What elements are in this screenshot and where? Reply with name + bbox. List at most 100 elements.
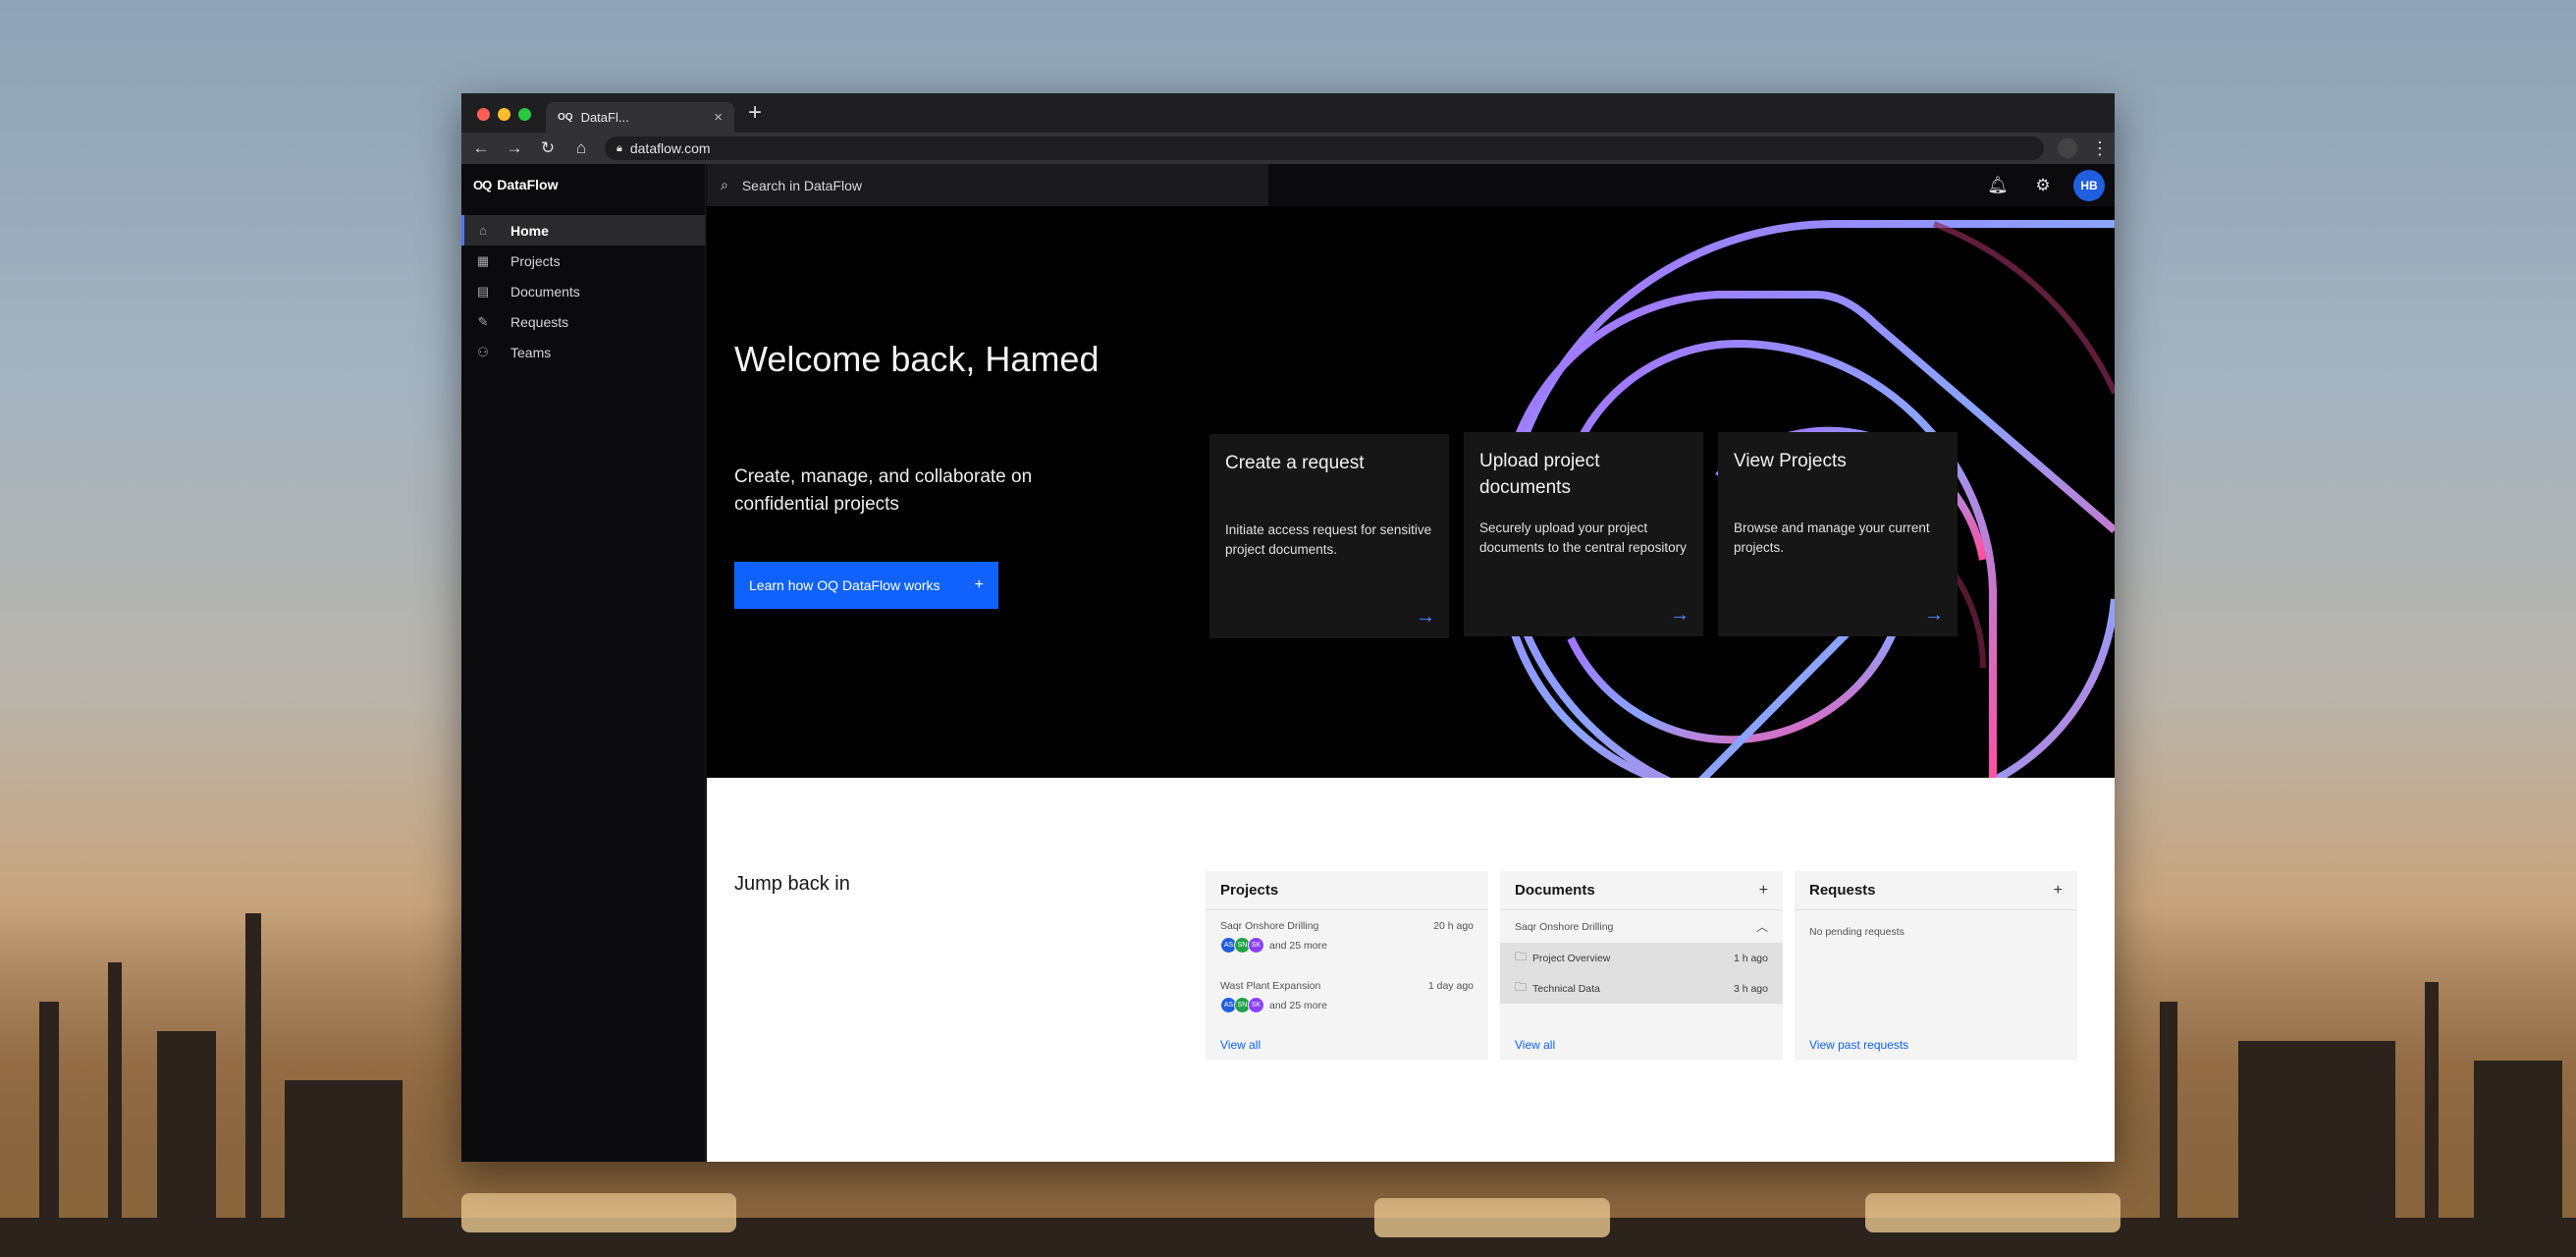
view-all-projects-link[interactable]: View all bbox=[1220, 1038, 1261, 1052]
list-item[interactable]: Saqr Onshore Drilling 20 h ago AS SN SK … bbox=[1206, 910, 1488, 970]
sidebar-item-teams[interactable]: ⚇ Teams bbox=[461, 337, 705, 367]
sidebar-item-home[interactable]: ⌂ Home bbox=[461, 215, 705, 246]
view-past-requests-link[interactable]: View past requests bbox=[1809, 1038, 1908, 1052]
sidebar-item-documents[interactable]: ▤ Documents bbox=[461, 276, 705, 306]
project-time: 20 h ago bbox=[1433, 920, 1474, 932]
sidebar-item-label: Projects bbox=[510, 252, 561, 269]
sidebar: OQ DataFlow ⌂ Home ▦ Projects ▤ Document… bbox=[461, 164, 706, 1162]
document-row[interactable]: 🗀 Technical Data 3 h ago bbox=[1500, 973, 1783, 1004]
search-placeholder: Search in DataFlow bbox=[741, 177, 863, 193]
maximize-window-button[interactable] bbox=[518, 108, 531, 121]
close-tab-icon[interactable]: × bbox=[714, 109, 723, 126]
tab-strip: OQ DataFl... × + bbox=[461, 93, 2115, 133]
document-name: Project Overview bbox=[1532, 952, 1611, 964]
more-members: and 25 more bbox=[1269, 999, 1327, 1011]
notification-bell-icon[interactable]: 🔔︎ bbox=[1987, 175, 2009, 196]
browser-tab[interactable]: OQ DataFl... × bbox=[546, 102, 734, 133]
cta-label: Learn how OQ DataFlow works bbox=[749, 577, 940, 593]
lock-icon: 🔒︎ bbox=[617, 141, 622, 154]
back-icon[interactable]: ← bbox=[471, 138, 491, 158]
welcome-heading: Welcome back, Hamed bbox=[734, 339, 1100, 379]
window-controls bbox=[477, 108, 531, 121]
project-time: 1 day ago bbox=[1427, 980, 1474, 992]
panel-header: Documents + bbox=[1500, 871, 1783, 910]
sidebar-item-label: Requests bbox=[510, 313, 569, 330]
panel-header: Projects bbox=[1206, 871, 1488, 910]
arrow-right-icon: → bbox=[1416, 606, 1435, 628]
create-request-card[interactable]: Create a request Initiate access request… bbox=[1209, 434, 1449, 638]
url-text: dataflow.com bbox=[629, 140, 711, 156]
oq-logo-icon: OQ bbox=[558, 112, 573, 123]
project-name: Wast Plant Expansion bbox=[1220, 980, 1321, 992]
jump-back-heading: Jump back in bbox=[734, 873, 850, 895]
sidebar-item-requests[interactable]: ✎ Requests bbox=[461, 306, 705, 337]
panel-title: Documents bbox=[1515, 882, 1595, 899]
top-bar: ⌕ Search in DataFlow 🔔︎ ⚙ HB bbox=[707, 164, 2115, 206]
project-name: Saqr Onshore Drilling bbox=[1220, 920, 1319, 932]
user-avatar[interactable]: HB bbox=[2073, 170, 2105, 201]
forward-icon[interactable]: → bbox=[505, 138, 524, 158]
edit-icon: ✎ bbox=[477, 313, 489, 329]
reload-icon[interactable]: ↻ bbox=[538, 138, 558, 158]
arrow-right-icon: → bbox=[1670, 604, 1690, 626]
sidebar-nav: ⌂ Home ▦ Projects ▤ Documents ✎ Requests… bbox=[461, 215, 705, 367]
browser-menu-icon[interactable]: ⋮ bbox=[2091, 138, 2109, 159]
folder-icon: 🗀 bbox=[1515, 980, 1528, 994]
card-title: Create a request bbox=[1225, 453, 1365, 473]
hero-subtitle: Create, manage, and collaborate on confi… bbox=[734, 466, 1033, 515]
panel-header: Requests + bbox=[1795, 871, 2077, 910]
document-time: 3 h ago bbox=[1733, 982, 1768, 995]
projects-panel: Projects Saqr Onshore Drilling 20 h ago … bbox=[1206, 871, 1488, 1060]
add-request-button[interactable]: + bbox=[2054, 882, 2063, 900]
card-title: View Projects bbox=[1734, 451, 1847, 471]
tab-title: DataFl... bbox=[580, 110, 629, 125]
document-group-toggle[interactable]: Saqr Onshore Drilling ︿ bbox=[1500, 910, 1783, 943]
brand-name: DataFlow bbox=[497, 177, 559, 192]
learn-how-button[interactable]: Learn how OQ DataFlow works + bbox=[734, 562, 998, 609]
requests-panel: Requests + No pending requests View past… bbox=[1795, 871, 2077, 1060]
sidebar-item-label: Teams bbox=[510, 344, 552, 360]
jump-back-section: Jump back in Projects Saqr Onshore Drill… bbox=[707, 778, 2115, 1162]
document-name: Technical Data bbox=[1532, 982, 1600, 995]
sidebar-item-label: Documents bbox=[510, 283, 580, 300]
hero-section: Welcome back, Hamed Create, manage, and … bbox=[707, 206, 2115, 778]
plus-icon: + bbox=[974, 576, 984, 593]
oq-logo-icon: OQ bbox=[473, 177, 492, 192]
avatar: SK bbox=[1248, 937, 1264, 954]
new-tab-button[interactable]: + bbox=[748, 99, 762, 127]
avatar-group: AS SN SK and 25 more bbox=[1220, 997, 1327, 1013]
arrow-right-icon: → bbox=[1924, 604, 1944, 626]
folder-icon: 🗀 bbox=[1515, 950, 1528, 963]
empty-state: No pending requests bbox=[1809, 926, 1905, 938]
view-all-documents-link[interactable]: View all bbox=[1515, 1038, 1555, 1052]
documents-panel: Documents + Saqr Onshore Drilling ︿ 🗀 Pr… bbox=[1500, 871, 1783, 1060]
chevron-up-icon: ︿ bbox=[1755, 920, 1768, 934]
avatar-group: AS SN SK and 25 more bbox=[1220, 937, 1327, 954]
add-document-button[interactable]: + bbox=[1759, 882, 1768, 900]
app: OQ DataFlow ⌂ Home ▦ Projects ▤ Document… bbox=[461, 164, 2115, 1162]
settings-gear-icon[interactable]: ⚙ bbox=[2032, 175, 2054, 196]
avatar: SK bbox=[1248, 997, 1264, 1013]
address-bar[interactable]: 🔒︎ dataflow.com bbox=[605, 137, 2044, 160]
list-item[interactable]: Wast Plant Expansion 1 day ago AS SN SK … bbox=[1206, 970, 1488, 1030]
projects-icon: ▦ bbox=[476, 252, 490, 268]
card-description: Browse and manage your current projects. bbox=[1734, 520, 1930, 555]
minimize-window-button[interactable] bbox=[498, 108, 510, 121]
browser-toolbar: ← → ↻ ⌂ 🔒︎ dataflow.com ⋮ bbox=[461, 133, 2115, 164]
close-window-button[interactable] bbox=[477, 108, 490, 121]
brand[interactable]: OQ DataFlow bbox=[461, 164, 705, 205]
profile-icon[interactable] bbox=[2058, 138, 2077, 158]
document-icon: ▤ bbox=[476, 283, 490, 299]
home-icon: ⌂ bbox=[479, 223, 487, 238]
view-projects-card[interactable]: View Projects Browse and manage your cur… bbox=[1718, 432, 1958, 636]
more-members: and 25 more bbox=[1269, 939, 1327, 952]
card-title: Upload project documents bbox=[1479, 451, 1600, 498]
document-row[interactable]: 🗀 Project Overview 1 h ago bbox=[1500, 943, 1783, 973]
upload-documents-card[interactable]: Upload project documents Securely upload… bbox=[1464, 432, 1703, 636]
search-input[interactable]: ⌕ Search in DataFlow bbox=[707, 164, 1268, 206]
sidebar-item-projects[interactable]: ▦ Projects bbox=[461, 246, 705, 276]
search-icon: ⌕ bbox=[721, 177, 728, 192]
people-icon: ⚇ bbox=[477, 344, 489, 359]
panel-title: Projects bbox=[1220, 882, 1279, 899]
home-icon[interactable]: ⌂ bbox=[571, 138, 591, 158]
